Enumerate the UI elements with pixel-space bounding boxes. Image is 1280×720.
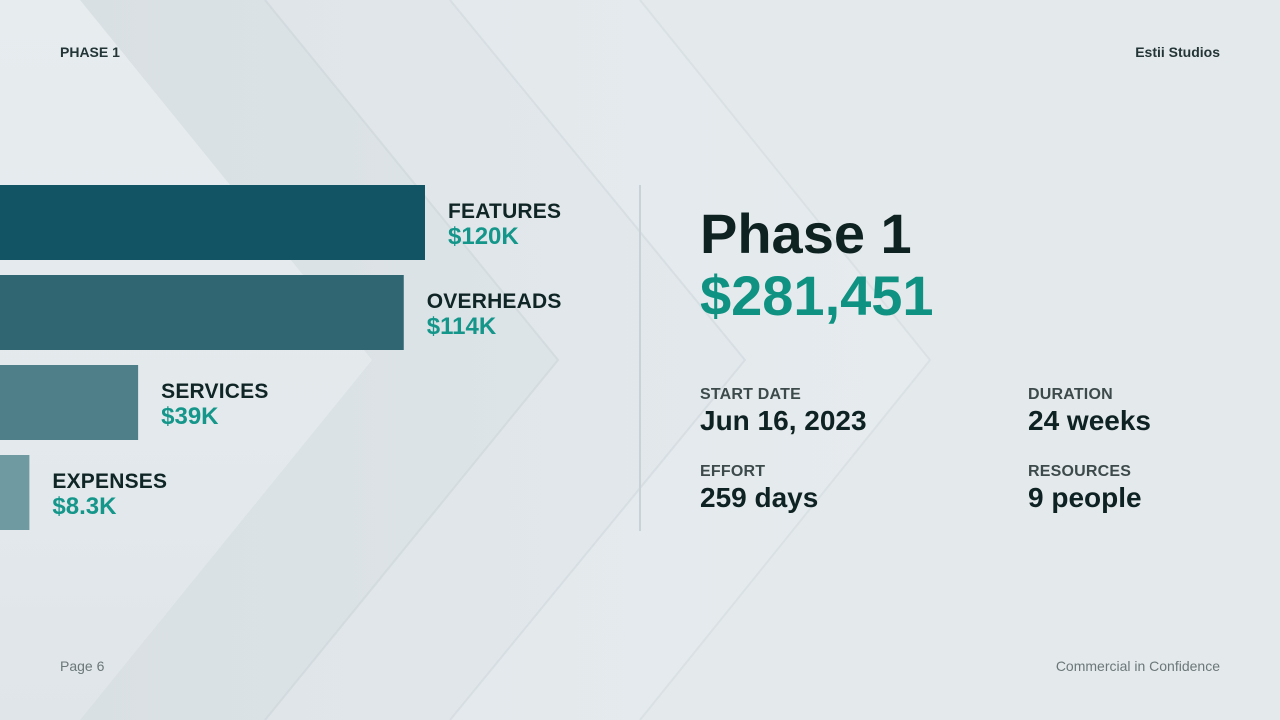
- stat-value: 9 people: [1028, 482, 1142, 513]
- stat-value: Jun 16, 2023: [700, 405, 867, 436]
- bar-value-label: $39K: [161, 403, 219, 430]
- stat-value: 259 days: [700, 482, 819, 513]
- footer-confidentiality: Commercial in Confidence: [1055, 658, 1220, 674]
- slide: PHASE 1 Estii Studios FEATURES $120K OVERH…: [0, 0, 1280, 720]
- stat-duration: DURATION 24 weeks: [1028, 387, 1151, 435]
- bar-label-expenses: EXPENSES $8.3K: [52, 471, 167, 519]
- bar-label-services: SERVICES $39K: [161, 381, 268, 429]
- bar-expenses: [0, 455, 30, 530]
- bar-category-label: OVERHEADS: [426, 290, 562, 313]
- bar-services: [0, 365, 139, 440]
- bar-category-label: SERVICES: [161, 380, 269, 403]
- bar-label-overheads: OVERHEADS $114K: [427, 291, 562, 339]
- bar-value-label: $120K: [448, 223, 519, 250]
- stat-label: START DATE: [700, 386, 801, 403]
- vertical-divider: [639, 185, 641, 531]
- bar-value-label: $8.3K: [52, 493, 117, 520]
- stat-effort: EFFORT 259 days: [700, 464, 818, 512]
- bar-overheads: [0, 275, 404, 350]
- stat-start-date: START DATE Jun 16, 2023: [700, 387, 867, 435]
- footer-page-number: Page 6: [60, 658, 105, 674]
- stat-resources: RESOURCES 9 people: [1028, 464, 1142, 512]
- bar-category-label: FEATURES: [448, 200, 562, 223]
- bar-label-features: FEATURES $120K: [448, 201, 561, 249]
- phase-title: Phase 1: [700, 202, 912, 265]
- stat-label: DURATION: [1028, 386, 1113, 403]
- phase-total-cost: $281,451: [700, 264, 934, 327]
- bar-value-label: $114K: [426, 313, 497, 340]
- bar-category-label: EXPENSES: [52, 470, 168, 493]
- bar-features: [0, 185, 425, 260]
- stat-value: 24 weeks: [1028, 405, 1151, 436]
- stat-label: RESOURCES: [1028, 463, 1132, 480]
- stat-label: EFFORT: [700, 463, 766, 480]
